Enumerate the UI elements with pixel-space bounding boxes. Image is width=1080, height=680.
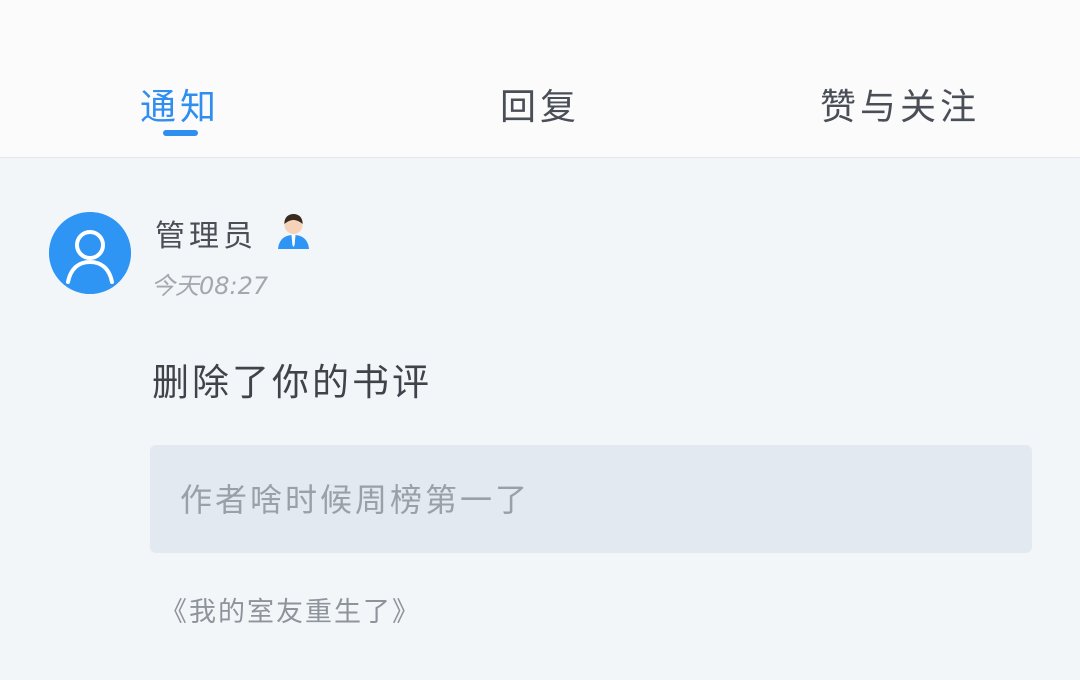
tab-notifications[interactable]: 通知 (140, 78, 220, 128)
tab-replies[interactable]: 回复 (500, 78, 580, 128)
user-avatar-icon[interactable] (49, 212, 131, 294)
active-tab-indicator (163, 130, 198, 136)
quoted-review-text: 作者啥时候周榜第一了 (180, 481, 531, 519)
tab-bar: 通知 回复 赞与关注 (0, 0, 1080, 158)
notification-action: 删除了你的书评 (152, 361, 432, 404)
notification-username: 管理员 (155, 219, 257, 254)
tab-likes-follows[interactable]: 赞与关注 (820, 78, 980, 128)
admin-badge-icon (276, 212, 311, 250)
book-title-link[interactable]: 《我的室友重生了》 (160, 590, 421, 629)
notification-time: 今天08:27 (151, 272, 269, 300)
quoted-review-box[interactable]: 作者啥时候周榜第一了 (150, 445, 1032, 553)
